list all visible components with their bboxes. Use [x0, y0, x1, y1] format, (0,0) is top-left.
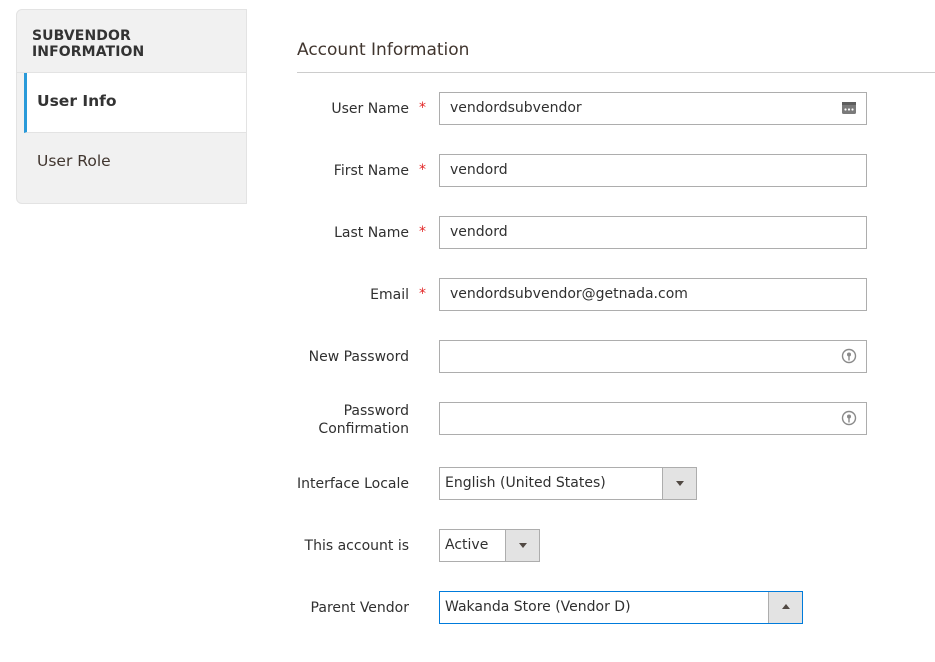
dropdown-button[interactable] — [662, 468, 696, 499]
parent-vendor-select[interactable]: Wakanda Store (Vendor D) — [439, 591, 803, 624]
firstname-input[interactable]: vendord — [439, 154, 867, 187]
password-confirmation-input[interactable] — [439, 402, 867, 435]
required-marker: * — [419, 286, 426, 302]
interface-locale-label: Interface Locale — [296, 476, 409, 492]
sidebar-item-user-role[interactable]: User Role — [24, 133, 246, 193]
sidebar-title: SUBVENDOR INFORMATION — [17, 10, 246, 73]
email-value: vendordsubvendor@getnada.com — [450, 286, 688, 302]
required-marker: * — [419, 100, 426, 116]
username-value: vendordsubvendor — [450, 100, 582, 116]
new-password-input[interactable] — [439, 340, 867, 373]
key-icon[interactable] — [841, 348, 857, 364]
email-input[interactable]: vendordsubvendor@getnada.com — [439, 278, 867, 311]
parent-vendor-label: Parent Vendor — [310, 600, 409, 616]
parent-vendor-value: Wakanda Store (Vendor D) — [445, 599, 631, 615]
required-marker: * — [419, 224, 426, 240]
lastname-label: Last Name — [334, 225, 409, 241]
lastname-value: vendord — [450, 224, 508, 240]
sidebar-item-user-info[interactable]: User Info — [24, 73, 246, 133]
account-status-label: This account is — [304, 538, 409, 554]
email-label: Email — [370, 287, 409, 303]
password-confirmation-label-line1: Password — [343, 403, 409, 419]
account-status-select[interactable]: Active — [439, 529, 540, 562]
dropdown-button[interactable] — [505, 530, 539, 561]
chevron-down-icon — [676, 481, 684, 486]
account-status-value: Active — [445, 537, 489, 553]
password-confirmation-label-line2: Confirmation — [318, 421, 409, 437]
password-manager-icon[interactable] — [841, 100, 857, 116]
interface-locale-value: English (United States) — [445, 475, 606, 491]
username-input[interactable]: vendordsubvendor — [439, 92, 867, 125]
dropdown-button[interactable] — [768, 592, 802, 623]
sidebar-item-label: User Role — [37, 152, 111, 170]
sidebar-panel: SUBVENDOR INFORMATION User Info User Rol… — [16, 9, 247, 204]
password-confirmation-label: Password Confirmation — [318, 402, 409, 438]
key-icon[interactable] — [841, 410, 857, 426]
lastname-input[interactable]: vendord — [439, 216, 867, 249]
interface-locale-select[interactable]: English (United States) — [439, 467, 697, 500]
section-title: Account Information — [297, 40, 470, 60]
new-password-label: New Password — [308, 349, 409, 365]
username-label: User Name — [331, 101, 409, 117]
section-divider — [297, 72, 935, 73]
chevron-up-icon — [782, 604, 790, 609]
chevron-down-icon — [519, 543, 527, 548]
sidebar-item-label: User Info — [37, 92, 117, 110]
required-marker: * — [419, 162, 426, 178]
firstname-value: vendord — [450, 162, 508, 178]
firstname-label: First Name — [333, 163, 409, 179]
